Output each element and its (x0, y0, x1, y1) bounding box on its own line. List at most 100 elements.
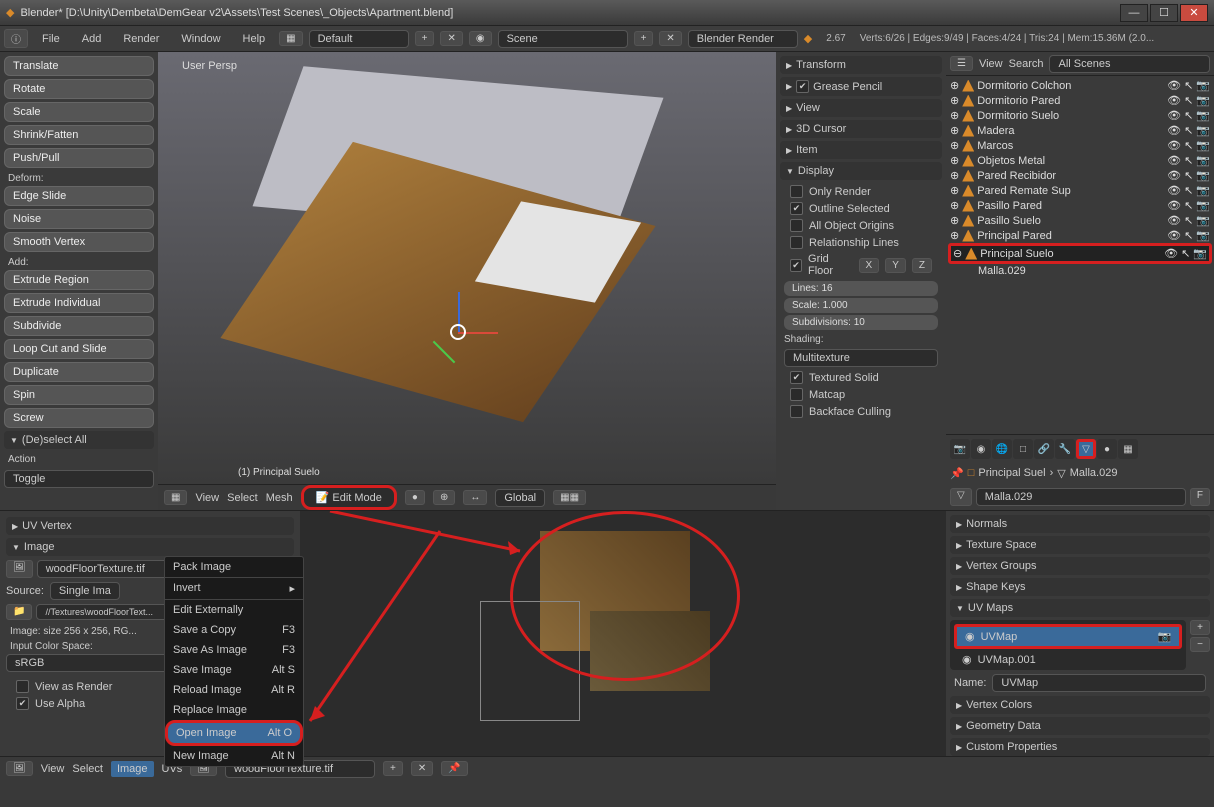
all-origins-check[interactable] (790, 219, 803, 232)
scale-field[interactable]: Scale: 1.000 (784, 298, 938, 313)
image-browse-icon[interactable]: 🖼 (6, 560, 33, 578)
panel-normals[interactable]: ▶Normals (950, 515, 1210, 533)
tool-extrude-individual[interactable]: Extrude Individual (4, 293, 154, 313)
ctx-save-copy[interactable]: Save a CopyF3 (165, 620, 303, 640)
tab-material[interactable]: ● (1097, 439, 1117, 459)
panel-vertex-groups[interactable]: ▶Vertex Groups (950, 557, 1210, 575)
3d-menu-view[interactable]: View (195, 492, 219, 504)
tool-noise[interactable]: Noise (4, 209, 154, 229)
ctx-edit-externally[interactable]: Edit Externally (165, 600, 303, 620)
view-as-render-check[interactable] (16, 680, 29, 693)
outline-selected-check[interactable] (790, 202, 803, 215)
outliner-view[interactable]: View (979, 58, 1003, 70)
scene-del[interactable]: ✕ (659, 31, 681, 46)
outliner-search[interactable]: Search (1009, 58, 1044, 70)
tab-scene[interactable]: ◉ (971, 439, 991, 459)
outliner-item[interactable]: ⊕Dormitorio Colchon👁↖📷 (948, 78, 1212, 93)
ctx-replace-image[interactable]: Replace Image (165, 700, 303, 720)
outliner-item[interactable]: ⊕Principal Pared👁↖📷 (948, 228, 1212, 243)
uvmap-name-field[interactable] (992, 674, 1206, 692)
3d-viewport[interactable]: User Persp (1) Principal Suelo ▦ View Se… (158, 52, 776, 510)
image-panel[interactable]: ▼Image (6, 538, 294, 556)
outliner-filter[interactable]: All Scenes (1049, 55, 1210, 73)
mesh-name-field[interactable] (976, 488, 1186, 506)
action-toggle[interactable]: Toggle (4, 470, 154, 488)
uvmap-item[interactable]: ◉UVMap.001 (952, 651, 1184, 668)
tool-translate[interactable]: Translate (4, 56, 154, 76)
tab-world[interactable]: 🌐 (992, 439, 1012, 459)
pin-uv-icon[interactable]: 📌 (441, 761, 467, 776)
tool-spin[interactable]: Spin (4, 385, 154, 405)
ctx-open-image[interactable]: Open ImageAlt O (165, 720, 303, 746)
scene-selector[interactable]: Scene (498, 30, 628, 48)
maximize-button[interactable]: ☐ (1150, 4, 1178, 22)
tool-duplicate[interactable]: Duplicate (4, 362, 154, 382)
menu-render[interactable]: Render (115, 30, 167, 48)
outliner-icon[interactable]: ☰ (950, 56, 973, 71)
render-icon[interactable]: 📷 (1196, 79, 1210, 92)
tool-subdivide[interactable]: Subdivide (4, 316, 154, 336)
manipulator-toggle[interactable]: ↔ (463, 490, 487, 505)
editor-type-icon[interactable]: ⓘ (4, 29, 28, 48)
uv-vertex-panel[interactable]: ▶UV Vertex (6, 517, 294, 535)
ctx-reload-image[interactable]: Reload ImageAlt R (165, 680, 303, 700)
tab-data[interactable]: ▽ (1076, 439, 1096, 459)
outliner-item-selected[interactable]: ⊖Principal Suelo👁↖📷 (948, 243, 1212, 264)
uv-island-2[interactable] (590, 611, 710, 691)
grid-floor-check[interactable] (790, 259, 802, 272)
uv-wireframe[interactable] (480, 601, 580, 721)
ctx-save-as[interactable]: Save As ImageF3 (165, 640, 303, 660)
fake-user-button[interactable]: F (1190, 488, 1210, 506)
menu-file[interactable]: File (34, 30, 68, 48)
uvmap-remove-button[interactable]: − (1190, 637, 1210, 652)
tab-modifiers[interactable]: 🔧 (1055, 439, 1075, 459)
tool-shrink[interactable]: Shrink/Fatten (4, 125, 154, 145)
tool-smooth-vertex[interactable]: Smooth Vertex (4, 232, 154, 252)
menu-window[interactable]: Window (173, 30, 228, 48)
tool-loop-cut[interactable]: Loop Cut and Slide (4, 339, 154, 359)
panel-3d-cursor[interactable]: ▶3D Cursor (780, 120, 942, 138)
uv-menu-image[interactable]: Image (111, 761, 154, 777)
tab-object[interactable]: □ (1013, 439, 1033, 459)
minimize-button[interactable]: — (1120, 4, 1148, 22)
panel-grease-pencil[interactable]: ▶Grease Pencil (780, 77, 942, 96)
outliner-item[interactable]: ⊕Madera👁↖📷 (948, 123, 1212, 138)
use-alpha-check[interactable] (16, 697, 29, 710)
uv-editor-icon[interactable]: 🖼 (6, 761, 33, 776)
ctx-new-image[interactable]: New ImageAlt N (165, 746, 303, 766)
panel-view[interactable]: ▶View (780, 99, 942, 117)
panel-uv-maps[interactable]: ▼UV Maps (950, 599, 1210, 617)
mesh-icon[interactable]: ▽ (950, 488, 972, 506)
editor-3d-icon[interactable]: ▦ (164, 490, 187, 505)
camera-icon[interactable]: 📷 (1157, 630, 1171, 643)
close-button[interactable]: ✕ (1180, 4, 1208, 22)
shading-mode[interactable]: Multitexture (784, 349, 938, 367)
outliner-item[interactable]: ⊕Dormitorio Suelo👁↖📷 (948, 108, 1212, 123)
outliner-list[interactable]: ⊕Dormitorio Colchon👁↖📷 ⊕Dormitorio Pared… (946, 76, 1214, 434)
tool-screw[interactable]: Screw (4, 408, 154, 428)
layers-icon[interactable]: ▦▦ (553, 490, 586, 505)
mode-selector[interactable]: 📝 Edit Mode (301, 485, 397, 510)
ctx-pack-image[interactable]: Pack Image (165, 557, 303, 577)
deselect-panel[interactable]: ▼(De)select All (4, 431, 154, 449)
outliner-item[interactable]: ⊕Pasillo Suelo👁↖📷 (948, 213, 1212, 228)
pivot-icon[interactable]: ⊕ (433, 490, 455, 505)
uvmap-add-button[interactable]: + (1190, 620, 1210, 635)
panel-vertex-colors[interactable]: ▶Vertex Colors (950, 696, 1210, 714)
tab-constraints[interactable]: 🔗 (1034, 439, 1054, 459)
axis-y[interactable]: Y (885, 258, 906, 273)
scene-add[interactable]: + (634, 31, 654, 46)
panel-shape-keys[interactable]: ▶Shape Keys (950, 578, 1210, 596)
tab-texture[interactable]: ▦ (1118, 439, 1138, 459)
layout-add[interactable]: + (415, 31, 435, 46)
panel-geometry-data[interactable]: ▶Geometry Data (950, 717, 1210, 735)
panel-display[interactable]: ▼Display (780, 162, 942, 180)
layout-selector[interactable]: Default (309, 30, 409, 48)
tool-scale[interactable]: Scale (4, 102, 154, 122)
tab-render[interactable]: 📷 (950, 439, 970, 459)
uv-menu-select[interactable]: Select (72, 763, 103, 775)
ctx-invert[interactable]: Invert▸ (165, 578, 303, 599)
relationship-check[interactable] (790, 236, 803, 249)
source-selector[interactable]: Single Ima (50, 582, 120, 600)
panel-texture-space[interactable]: ▶Texture Space (950, 536, 1210, 554)
